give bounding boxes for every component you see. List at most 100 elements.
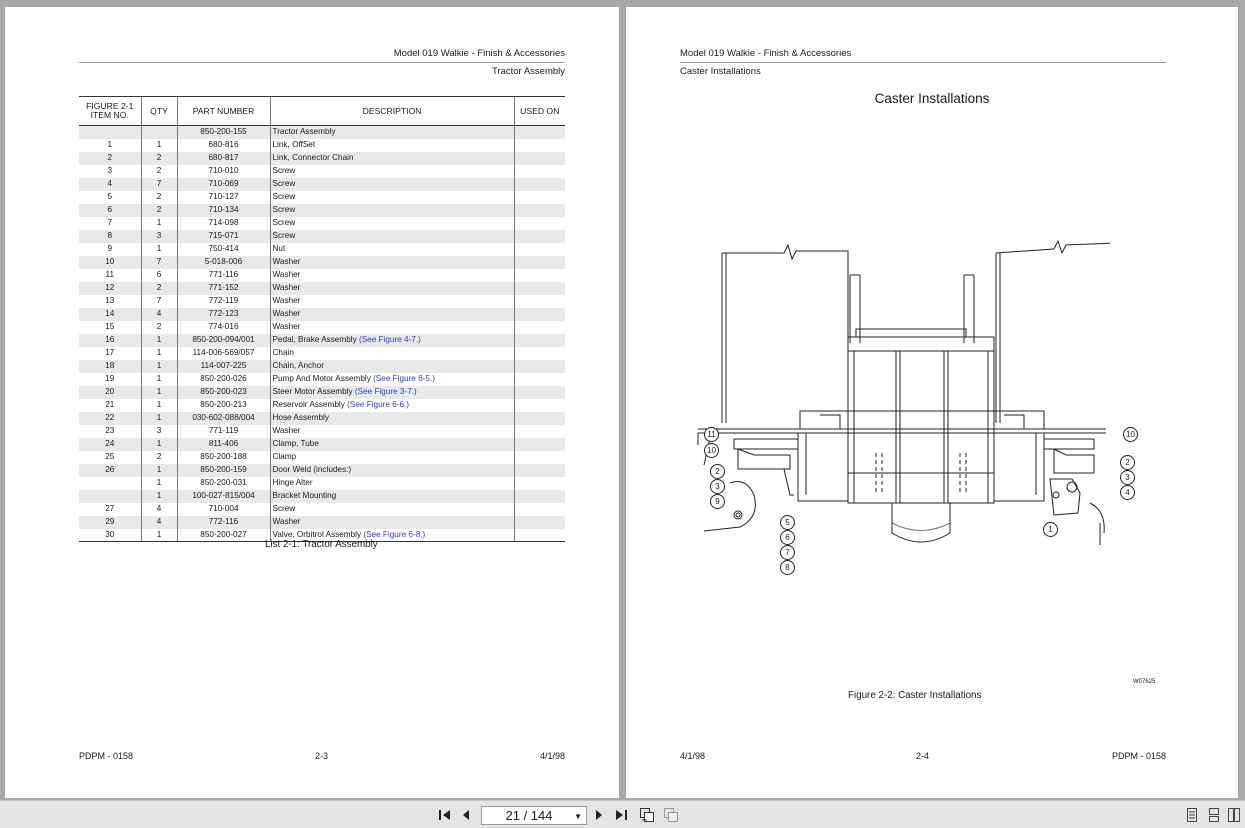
used-on-cell	[513, 281, 565, 295]
qty-cell	[140, 125, 177, 139]
qty-cell: 1	[140, 398, 177, 412]
description-cell: Chain, Anchor	[269, 359, 514, 373]
qty-cell: 2	[140, 203, 177, 217]
description-text: Screw	[272, 166, 296, 175]
qty-cell: 1	[140, 372, 177, 386]
part-number-cell: 772-119	[176, 294, 270, 308]
table-row: 17 1 114-006-569/057 Chain	[79, 346, 565, 360]
header-rule	[680, 62, 1166, 63]
first-page-icon[interactable]	[436, 805, 454, 825]
description-text: Pedal, Brake Assembly	[272, 335, 357, 344]
description-cell: Screw	[269, 177, 514, 191]
continuous-page-icon[interactable]	[1206, 805, 1222, 825]
description-cell: Clamp, Tube	[269, 437, 514, 451]
footer-page: 2-4	[916, 751, 930, 761]
description-text: Chain	[272, 348, 294, 357]
item-cell: 8	[79, 229, 141, 243]
used-on-cell	[513, 463, 565, 477]
qty-cell: 2	[140, 281, 177, 295]
figure-reference-link[interactable]: (See Figure 3-7.)	[355, 387, 417, 396]
table-row: 10 7 5-018-006 Washer	[79, 255, 565, 269]
table-row: 20 1 850-200-023 Steer Motor Assembly (See …	[79, 385, 565, 399]
used-on-cell	[513, 138, 565, 152]
description-cell: Washer	[269, 281, 514, 295]
used-on-cell	[513, 515, 565, 529]
table-row: 26 1 850-200-159 Door Weld (includes:)	[79, 463, 565, 477]
description-text: Reservoir Assembly	[272, 400, 345, 409]
part-number-cell: 774-016	[176, 320, 270, 334]
table-row: 9 1 750-414 Nut	[79, 242, 565, 256]
prev-page-icon[interactable]	[458, 805, 474, 825]
callout-number: 7	[780, 545, 795, 560]
footer-doc: PDPM - 0158	[1111, 751, 1166, 761]
chevron-down-icon: ▼	[574, 812, 582, 821]
part-number-cell: 750-414	[176, 242, 270, 256]
used-on-cell	[513, 346, 565, 360]
callout-number: 10	[704, 443, 719, 458]
description-text: Washer	[272, 309, 301, 318]
table-row: 16 1 850-200-094/001 Pedal, Brake Assembly …	[79, 333, 565, 347]
used-on-cell	[513, 203, 565, 217]
item-cell: 5	[107, 192, 113, 201]
qty-cell: 4	[140, 502, 177, 516]
col-header-desc: DESCRIPTION	[269, 96, 514, 126]
description-text: Nut	[272, 244, 286, 253]
facing-pages-icon[interactable]	[1226, 805, 1242, 825]
figure-reference-link[interactable]: (See Figure 6-5.)	[373, 374, 435, 383]
qty-cell: 2	[140, 164, 177, 178]
description-text: Screw	[272, 504, 296, 513]
last-page-icon[interactable]	[612, 805, 630, 825]
table-row: 15 2 774-016 Washer	[79, 320, 565, 334]
figure-reference-link[interactable]: (See Figure 6-6.)	[347, 400, 409, 409]
table-row: 25 2 850-200-188 Clamp	[79, 450, 565, 464]
description-cell: Washer	[269, 320, 514, 334]
table-row: 22 1 030-602-088/004 Hose Assembly	[79, 411, 565, 425]
used-on-cell	[513, 528, 565, 542]
part-number-cell: 771-152	[176, 281, 270, 295]
table-row: 6 2 710-134 Screw	[79, 203, 565, 217]
description-cell: Bracket Mounting	[269, 489, 514, 503]
qty-cell: 4	[140, 515, 177, 529]
used-on-cell	[513, 398, 565, 412]
figure-code: W07625	[1133, 679, 1156, 685]
qty-cell: 1	[140, 489, 177, 503]
used-on-cell	[513, 333, 565, 347]
next-page-icon[interactable]	[591, 805, 607, 825]
table-row: 11 6 771-116 Washer	[79, 268, 565, 282]
used-on-cell	[513, 424, 565, 438]
description-text: Valve, Orbitrol Assembly	[272, 529, 362, 539]
item-cell: 7	[107, 218, 113, 227]
item-cell: 27	[105, 504, 115, 513]
part-number-cell: 850-200-159	[176, 463, 270, 477]
table-row: 1 1 680-816 Link, OffSet	[79, 138, 565, 152]
part-number-cell: 5-018-006	[176, 255, 270, 269]
page-number-select[interactable]: 21 / 144 ▼	[481, 806, 587, 825]
used-on-cell	[513, 489, 565, 503]
parts-table-body: 850-200-155 Tractor Assembly 1 1 680-816 Link…	[79, 125, 565, 542]
right-page: Model 019 Walkie - Finish & Accessories …	[626, 7, 1238, 798]
item-cell: 26	[79, 463, 141, 477]
single-page-icon[interactable]	[1184, 805, 1200, 825]
two-page-view-icon[interactable]	[662, 805, 680, 825]
used-on-cell	[513, 125, 565, 139]
qty-cell: 3	[140, 229, 177, 243]
used-on-cell	[513, 372, 565, 386]
figure-reference-link[interactable]: (See Figure 4-7.)	[359, 335, 421, 344]
item-cell: 12	[79, 281, 141, 295]
part-number-cell: 715-071	[176, 229, 270, 243]
bottom-toolbar: 21 / 144 ▼	[0, 800, 1245, 828]
table-row: 14 4 772-123 Washer	[79, 307, 565, 321]
used-on-cell	[513, 320, 565, 334]
description-cell: Screw	[269, 229, 514, 243]
part-number-cell: 771-119	[176, 424, 270, 438]
description-cell: Washer	[269, 294, 514, 308]
page-indicator: 21 / 144	[505, 808, 553, 823]
page-view-icon[interactable]	[638, 805, 656, 825]
item-cell: 23	[105, 426, 115, 435]
part-number-cell: 850-200-213	[176, 398, 270, 412]
footer-date: 4/1/98	[680, 751, 706, 761]
description-text: Bracket Mounting	[272, 491, 337, 500]
part-number-cell: 680-817	[176, 151, 270, 165]
figure-reference-link[interactable]: (See Figure 6-8.)	[363, 530, 425, 539]
used-on-cell	[513, 411, 565, 425]
